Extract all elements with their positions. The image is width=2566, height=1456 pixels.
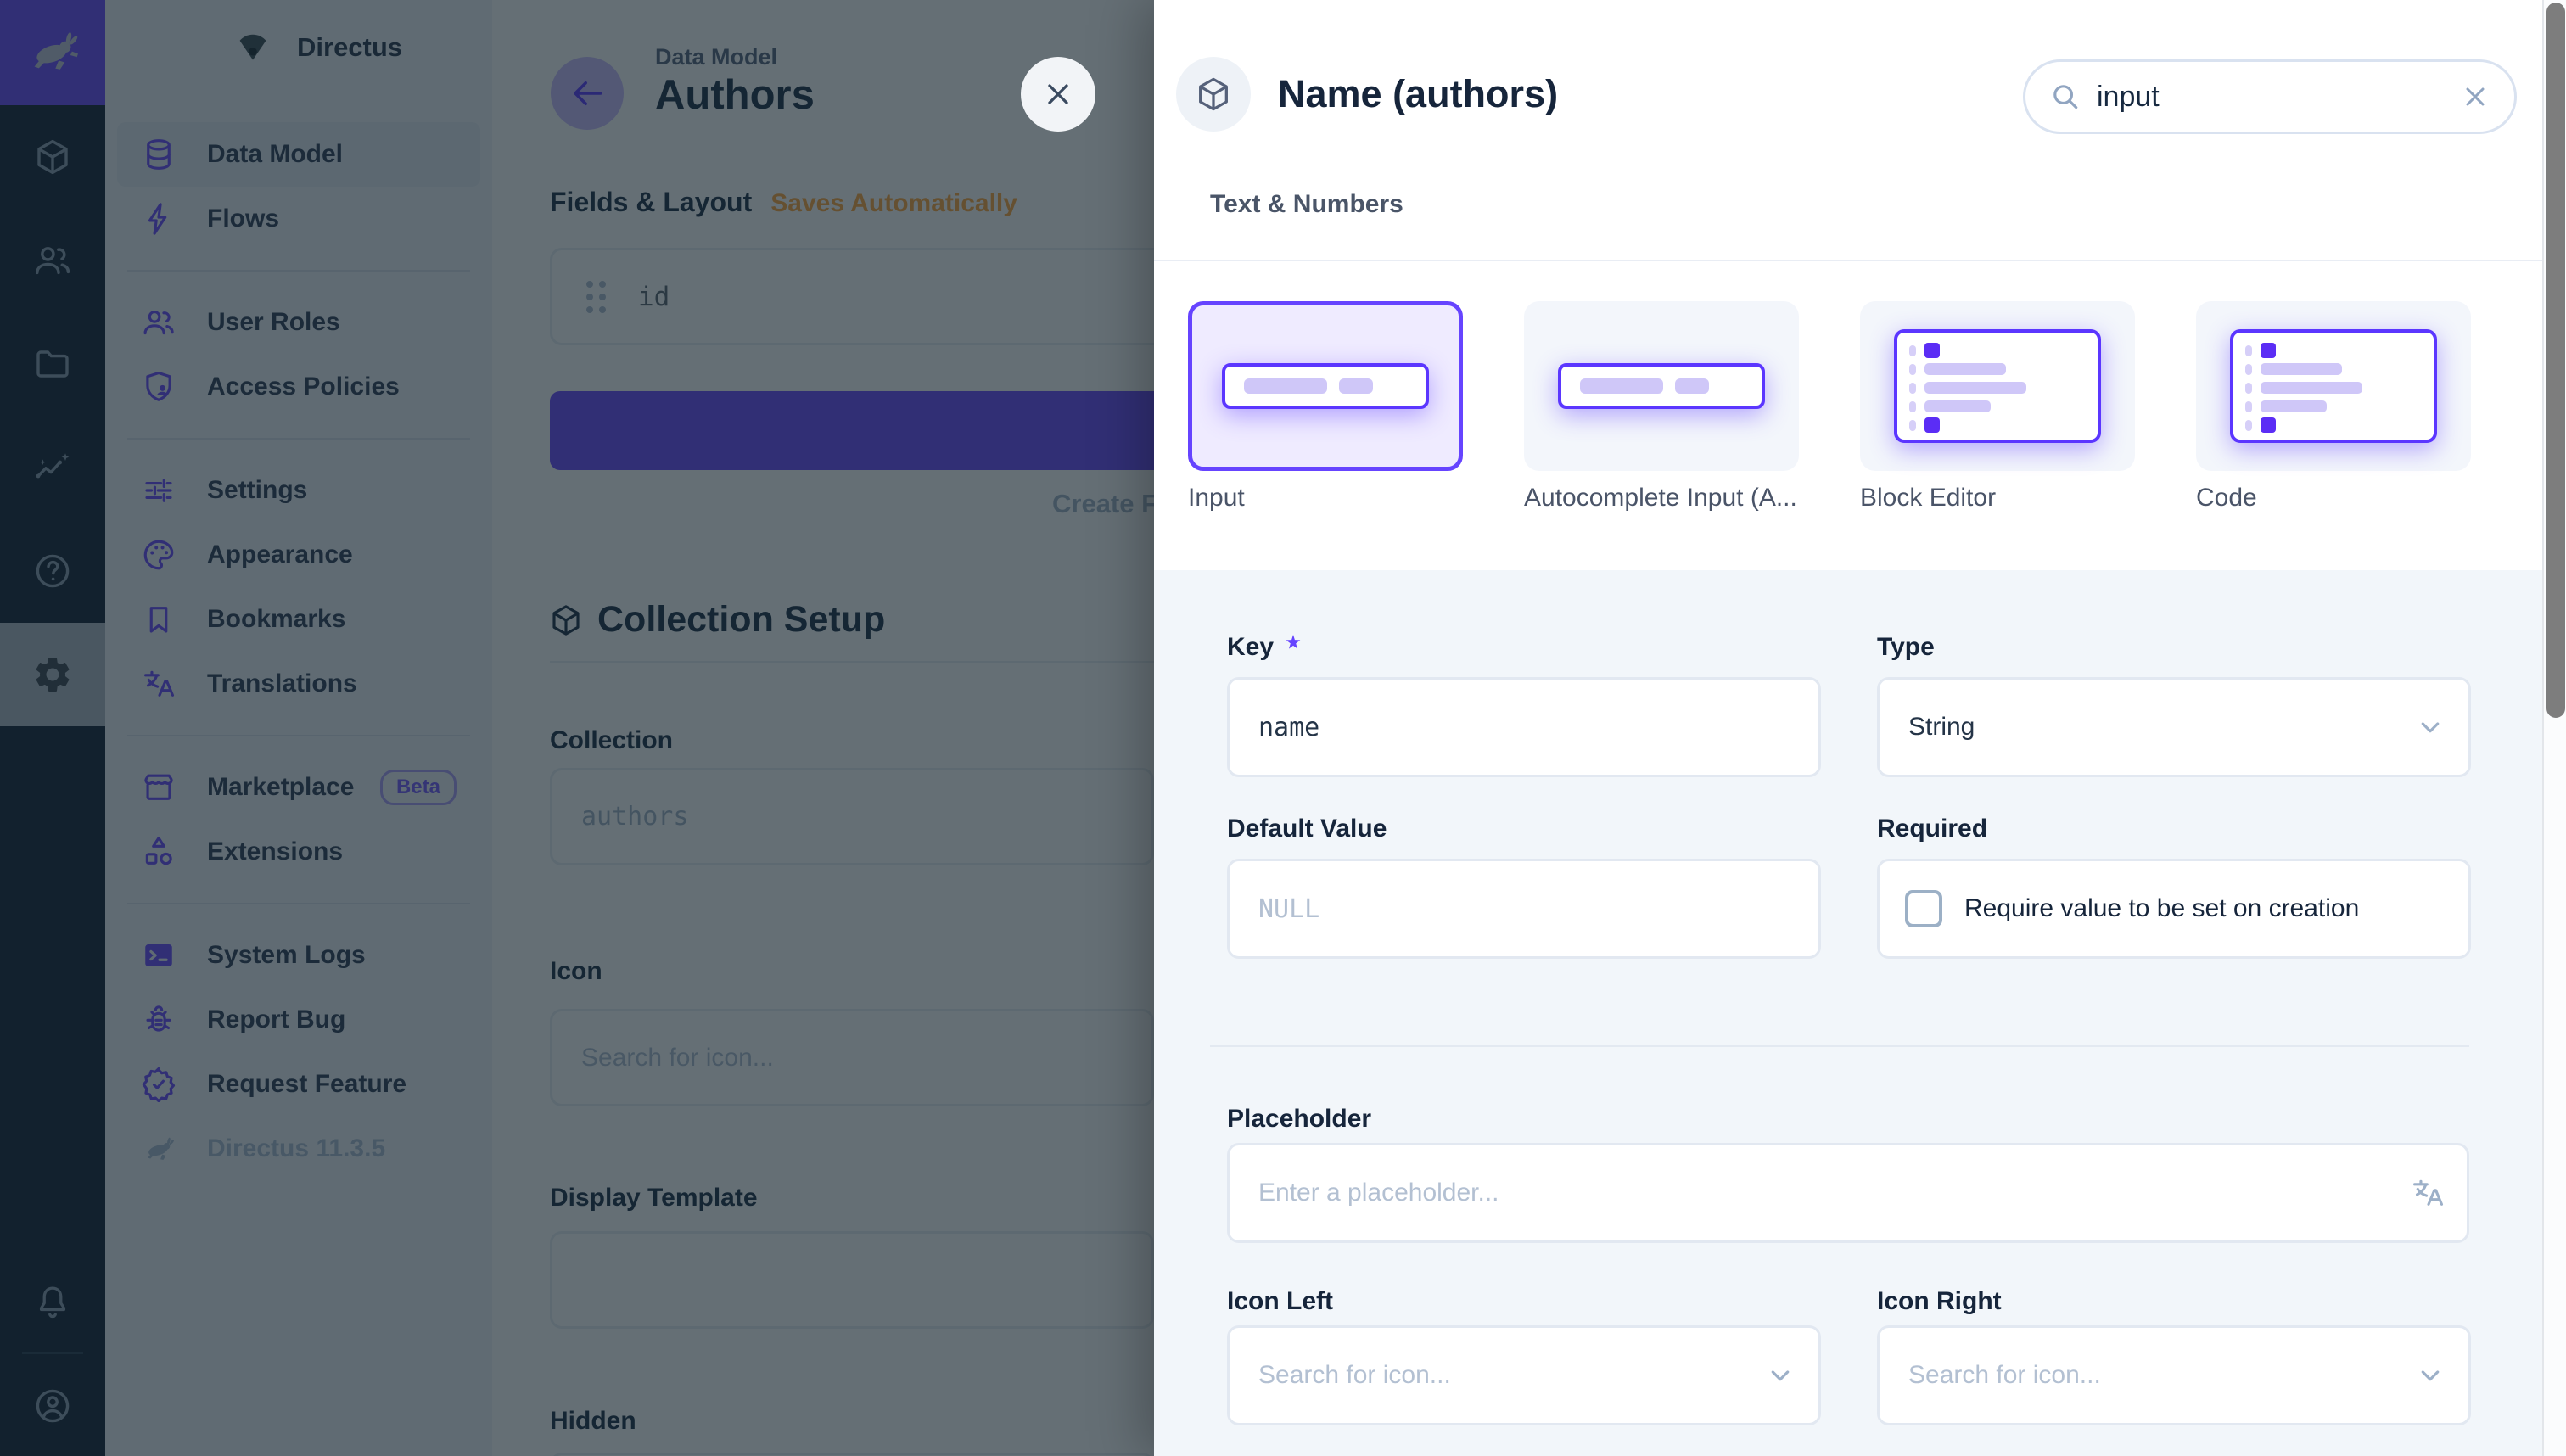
editor-interface-preview (1894, 329, 2101, 443)
translate-icon[interactable] (2410, 1175, 2446, 1211)
interface-card-autocomplete[interactable] (1524, 301, 1799, 471)
type-value: String (1908, 713, 2414, 742)
interface-card-block-editor[interactable] (1860, 301, 2135, 471)
placeholder-label: Placeholder (1227, 1105, 1371, 1134)
chevron-down-icon (2414, 1359, 2446, 1392)
drawer-close-button[interactable] (1021, 57, 1095, 132)
directus-app: Directus Data Model Flows (0, 0, 2566, 1456)
interface-label: Input (1188, 484, 1463, 512)
group-divider (1154, 260, 2542, 261)
interface-label: Block Editor (1860, 484, 2135, 512)
chevron-down-icon (1764, 1359, 1796, 1392)
form-divider (1210, 1045, 2469, 1047)
required-checkbox-label[interactable]: Require value to be set on creation (1964, 894, 2359, 923)
chevron-down-icon (2414, 711, 2446, 743)
interface-search-input[interactable] (2097, 81, 2445, 114)
type-select[interactable]: String (1877, 677, 2471, 777)
type-label: Type (1877, 633, 1935, 662)
icon-left-placeholder: Search for icon... (1258, 1361, 1764, 1390)
required-star-icon (1284, 633, 1303, 652)
icon-right-select[interactable]: Search for icon... (1877, 1325, 2471, 1425)
drawer-header-icon-button[interactable] (1176, 57, 1251, 132)
interface-label: Autocomplete Input (A... (1524, 484, 1799, 512)
placeholder-input[interactable] (1227, 1143, 2469, 1243)
key-label: Key (1227, 633, 1303, 662)
icon-left-label: Icon Left (1227, 1287, 1333, 1316)
box-icon (1194, 75, 1233, 114)
placeholder-field (1227, 1143, 2469, 1243)
key-input[interactable] (1227, 677, 1821, 777)
default-value-input[interactable] (1227, 859, 1821, 959)
interface-card-code[interactable] (2196, 301, 2471, 471)
close-icon (1041, 77, 1075, 111)
interface-card-input[interactable] (1188, 301, 1463, 471)
required-field-box: Require value to be set on creation (1877, 859, 2471, 959)
required-checkbox[interactable] (1905, 890, 1942, 927)
drawer-title: Name (authors) (1278, 72, 1558, 116)
icon-right-placeholder: Search for icon... (1908, 1361, 2414, 1390)
icon-left-select[interactable]: Search for icon... (1227, 1325, 1821, 1425)
search-icon (2049, 81, 2081, 113)
editor-interface-preview (2230, 329, 2437, 443)
icon-right-label: Icon Right (1877, 1287, 2002, 1316)
input-interface-preview (1558, 363, 1765, 409)
interface-group-label: Text & Numbers (1210, 190, 1403, 219)
required-label: Required (1877, 815, 1987, 843)
clear-search-icon[interactable] (2460, 81, 2490, 112)
interface-search[interactable] (2023, 59, 2517, 134)
drawer-scrollbar-thumb[interactable] (2546, 3, 2565, 718)
field-config-drawer: Name (authors) Text & Numbers (1154, 0, 2566, 1456)
drawer-overlay[interactable] (0, 0, 1154, 1456)
input-interface-preview (1222, 363, 1429, 409)
interface-label: Code (2196, 484, 2471, 512)
drawer-scrollbar-track[interactable] (2542, 0, 2566, 1456)
default-value-label: Default Value (1227, 815, 1387, 843)
